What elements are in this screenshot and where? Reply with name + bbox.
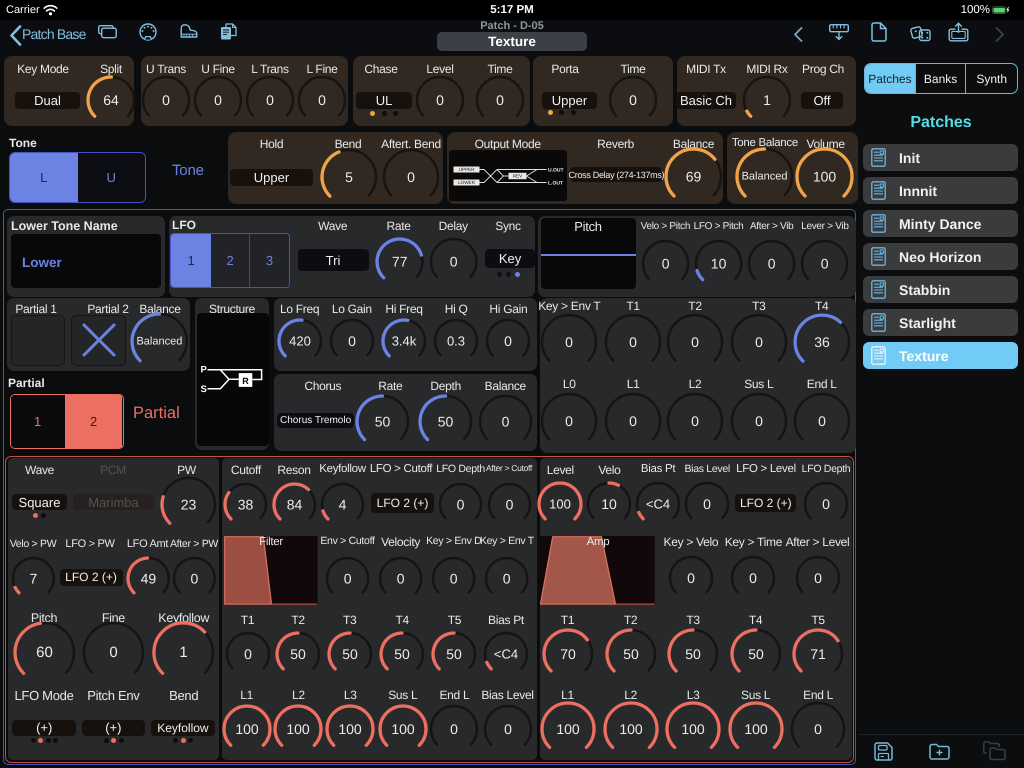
svg-text:0: 0	[348, 333, 356, 349]
svg-text:0: 0	[565, 413, 573, 429]
svg-text:3.4k: 3.4k	[392, 334, 417, 349]
svg-text:0: 0	[821, 255, 829, 271]
svg-text:0: 0	[703, 496, 711, 512]
svg-text:49: 49	[140, 570, 156, 586]
svg-text:0: 0	[755, 334, 763, 350]
svg-text:50: 50	[623, 646, 639, 662]
svg-text:0: 0	[162, 92, 170, 108]
svg-text:REV: REV	[513, 173, 523, 178]
svg-text:0: 0	[814, 721, 822, 737]
svg-text:10: 10	[711, 255, 727, 271]
svg-text:0: 0	[504, 333, 512, 349]
svg-text:0: 0	[191, 570, 199, 586]
svg-text:0: 0	[822, 496, 830, 512]
svg-text:7: 7	[29, 570, 37, 586]
svg-text:<C4: <C4	[494, 647, 518, 662]
svg-text:R: R	[242, 376, 249, 386]
svg-text:36: 36	[814, 334, 830, 350]
svg-text:4: 4	[339, 496, 347, 512]
svg-text:1: 1	[180, 644, 188, 661]
svg-text:50: 50	[447, 646, 463, 662]
svg-text:0: 0	[344, 570, 352, 586]
svg-text:23: 23	[180, 496, 196, 512]
svg-text:0: 0	[814, 570, 822, 586]
svg-text:50: 50	[394, 646, 410, 662]
svg-text:0: 0	[397, 570, 405, 586]
svg-text:<C4: <C4	[646, 497, 670, 512]
svg-text:50: 50	[342, 646, 358, 662]
svg-text:0: 0	[755, 413, 763, 429]
svg-text:Balanced: Balanced	[742, 171, 788, 183]
svg-text:50: 50	[438, 413, 454, 429]
svg-text:64: 64	[103, 92, 119, 108]
svg-text:0: 0	[691, 413, 699, 429]
svg-text:0: 0	[629, 413, 637, 429]
svg-text:1: 1	[763, 92, 771, 108]
svg-text:71: 71	[810, 646, 826, 662]
svg-text:100: 100	[681, 721, 705, 737]
svg-text:50: 50	[685, 646, 701, 662]
svg-text:0: 0	[629, 334, 637, 350]
svg-text:0: 0	[436, 92, 444, 108]
svg-text:0: 0	[496, 92, 504, 108]
svg-text:420: 420	[289, 334, 311, 349]
svg-text:50: 50	[748, 646, 764, 662]
svg-text:69: 69	[686, 169, 702, 185]
svg-text:60: 60	[36, 644, 53, 661]
svg-text:10: 10	[602, 496, 618, 512]
svg-text:0: 0	[661, 255, 669, 271]
svg-text:U.OUT: U.OUT	[548, 167, 564, 173]
svg-text:0: 0	[450, 570, 458, 586]
svg-text:0: 0	[318, 92, 326, 108]
svg-text:0: 0	[505, 496, 513, 512]
svg-text:100: 100	[619, 721, 643, 737]
svg-text:0.3: 0.3	[447, 334, 465, 349]
svg-text:100: 100	[556, 721, 580, 737]
svg-text:100: 100	[235, 721, 259, 737]
svg-text:0: 0	[503, 570, 511, 586]
svg-text:0: 0	[818, 413, 826, 429]
svg-text:S: S	[200, 384, 206, 395]
svg-text:0: 0	[214, 92, 222, 108]
svg-text:0: 0	[629, 92, 637, 108]
svg-text:100: 100	[391, 721, 415, 737]
svg-text:0: 0	[749, 570, 757, 586]
svg-text:0: 0	[450, 721, 458, 737]
svg-text:L.OUT: L.OUT	[548, 180, 563, 186]
svg-text:UPPER: UPPER	[459, 167, 476, 172]
svg-text:LOWER: LOWER	[458, 180, 476, 185]
svg-text:0: 0	[687, 570, 695, 586]
svg-text:100: 100	[549, 497, 571, 512]
svg-text:50: 50	[375, 413, 391, 429]
svg-text:0: 0	[407, 169, 415, 185]
svg-text:100: 100	[339, 721, 363, 737]
svg-text:0: 0	[691, 334, 699, 350]
svg-text:0: 0	[244, 646, 252, 662]
svg-text:Balanced: Balanced	[136, 335, 182, 347]
svg-text:0: 0	[501, 413, 509, 429]
svg-text:38: 38	[238, 496, 254, 512]
svg-text:84: 84	[286, 496, 302, 512]
svg-text:P: P	[200, 365, 207, 376]
svg-text:0: 0	[266, 92, 274, 108]
svg-text:0: 0	[565, 334, 573, 350]
svg-text:0: 0	[457, 496, 465, 512]
svg-text:70: 70	[560, 646, 576, 662]
svg-text:0: 0	[109, 644, 117, 661]
svg-text:50: 50	[290, 646, 306, 662]
svg-text:0: 0	[768, 255, 776, 271]
svg-text:100: 100	[813, 169, 837, 185]
svg-text:100: 100	[744, 721, 768, 737]
svg-text:77: 77	[392, 254, 408, 270]
svg-text:0: 0	[450, 254, 458, 270]
svg-text:5: 5	[345, 169, 353, 185]
svg-text:100: 100	[287, 721, 311, 737]
svg-text:0: 0	[504, 721, 512, 737]
